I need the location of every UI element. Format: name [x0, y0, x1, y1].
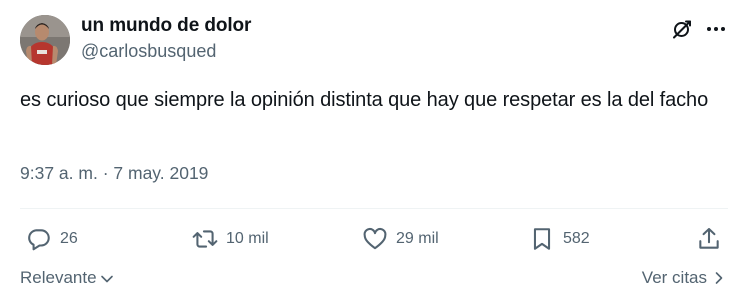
divider [20, 208, 728, 209]
sort-dropdown[interactable]: Relevante [20, 268, 114, 288]
view-quotes-label: Ver citas [641, 268, 707, 287]
grok-icon[interactable] [670, 17, 694, 41]
avatar-image [20, 15, 70, 65]
repost-icon [192, 226, 218, 252]
bookmark-count: 582 [563, 230, 590, 247]
sort-label: Relevante [20, 268, 97, 287]
reply-count: 26 [60, 230, 78, 247]
chevron-down-icon [100, 275, 113, 283]
meta-separator: · [102, 163, 109, 183]
share-button[interactable] [696, 225, 722, 253]
tweet-meta: 9:37 a. m. · 7 may. 2019 [20, 163, 208, 184]
user-handle[interactable]: @carlosbusqued [81, 41, 216, 62]
reply-icon [26, 226, 52, 252]
like-count: 29 mil [396, 230, 439, 247]
more-icon[interactable] [704, 17, 728, 41]
bookmark-icon [529, 226, 555, 252]
tweet-time[interactable]: 9:37 a. m. [20, 163, 98, 183]
like-button[interactable]: 29 mil [362, 225, 439, 253]
heart-icon [362, 226, 388, 252]
display-name[interactable]: un mundo de dolor [81, 15, 251, 37]
view-quotes-link[interactable]: Ver citas [642, 268, 726, 288]
chevron-right-icon [715, 272, 723, 284]
repost-count: 10 mil [226, 230, 269, 247]
reply-button[interactable]: 26 [26, 225, 78, 253]
share-icon [696, 226, 722, 252]
tweet-text: es curioso que siempre la opinión distin… [20, 89, 709, 111]
repost-button[interactable]: 10 mil [192, 225, 269, 253]
bookmark-button[interactable]: 582 [529, 225, 590, 253]
tweet-date[interactable]: 7 may. 2019 [113, 163, 208, 183]
avatar[interactable] [20, 15, 70, 65]
